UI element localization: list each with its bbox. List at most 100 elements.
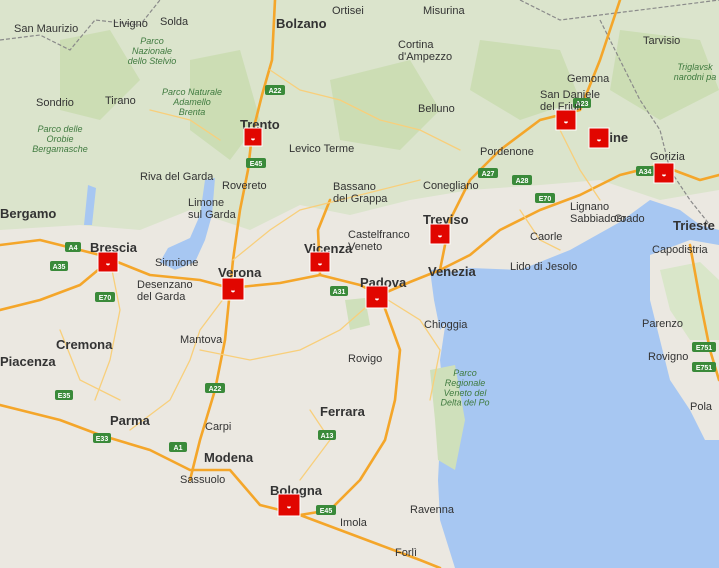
city-carpi: Carpi — [205, 421, 231, 433]
city-trieste: Trieste — [673, 218, 715, 233]
park-triglav: Triglavsk narodni pa — [674, 62, 717, 82]
road-shield-a31: A31 — [330, 286, 348, 296]
city-sirmione: Sirmione — [155, 257, 198, 269]
city-ortisei: Ortisei — [332, 5, 364, 17]
road-shield-a1: A1 — [169, 442, 187, 452]
marker-verona[interactable]: ◒ — [221, 277, 245, 301]
svg-text:A1: A1 — [174, 445, 183, 452]
marker-bologna[interactable]: ◒ — [277, 493, 301, 517]
marker-san-daniele[interactable]: ◒ — [555, 109, 577, 131]
city-gorizia: Gorizia — [650, 151, 686, 163]
svg-text:E45: E45 — [250, 161, 263, 168]
city-forli: Forlì — [395, 547, 417, 559]
svg-text:◒: ◒ — [563, 116, 568, 126]
marker-udine[interactable]: ◒ — [588, 127, 610, 149]
road-shield-e45-north: E45 — [246, 158, 266, 168]
road-shield-e33: E33 — [93, 433, 111, 443]
city-capodistria: Capodistria — [652, 244, 709, 256]
city-tirano: Tirano — [105, 95, 136, 107]
road-shield-a28: A28 — [512, 175, 532, 185]
svg-text:A4: A4 — [69, 245, 78, 252]
road-shield-a22-north: A22 — [265, 85, 285, 95]
svg-text:E751: E751 — [696, 345, 712, 352]
marker-treviso[interactable]: ◒ — [429, 223, 451, 245]
road-shield-a35: A35 — [50, 261, 68, 271]
city-parma: Parma — [110, 413, 151, 428]
svg-text:◒: ◒ — [230, 285, 235, 295]
city-bergamo: Bergamo — [0, 206, 56, 221]
road-shield-e35: E35 — [55, 390, 73, 400]
city-pordenone: Pordenone — [480, 146, 534, 158]
svg-text:A31: A31 — [333, 289, 346, 296]
city-livigno: Livigno — [113, 18, 148, 30]
svg-text:A22: A22 — [209, 386, 222, 393]
svg-text:◒: ◒ — [437, 230, 442, 240]
city-levico: Levico Terme — [289, 143, 354, 155]
city-rovigo: Rovigo — [348, 353, 382, 365]
marker-brescia[interactable]: ◒ — [97, 251, 119, 273]
svg-text:E70: E70 — [539, 196, 552, 203]
road-shield-e45-south: E45 — [316, 505, 336, 515]
svg-text:A34: A34 — [639, 169, 652, 176]
city-grado: Grado — [614, 213, 645, 225]
city-gemona: Gemona — [567, 73, 610, 85]
svg-text:A13: A13 — [321, 433, 334, 440]
marker-padova[interactable]: ◒ — [365, 285, 389, 309]
svg-text:E45: E45 — [320, 508, 333, 515]
road-shield-a34: A34 — [636, 166, 654, 176]
road-shield-e751-a: E751 — [692, 342, 716, 352]
city-rovigno: Rovigno — [648, 351, 688, 363]
city-cremona: Cremona — [56, 337, 113, 352]
svg-text:A27: A27 — [482, 171, 495, 178]
svg-text:A28: A28 — [516, 178, 529, 185]
marker-gorizia[interactable]: ◒ — [653, 162, 675, 184]
svg-text:A35: A35 — [53, 264, 66, 271]
city-conegliano: Conegliano — [423, 180, 479, 192]
svg-text:◒: ◒ — [374, 293, 379, 303]
city-modena: Modena — [204, 450, 254, 465]
city-misurina: Misurina — [423, 5, 465, 17]
city-sondrio: Sondrio — [36, 97, 74, 109]
svg-text:◒: ◒ — [317, 258, 322, 268]
city-sanmaurizio: San Maurizio — [14, 23, 78, 35]
svg-text:E33: E33 — [96, 436, 109, 443]
city-ravenna: Ravenna — [410, 504, 455, 516]
city-ferrara: Ferrara — [320, 404, 366, 419]
city-parenzo: Parenzo — [642, 318, 683, 330]
road-shield-a4: A4 — [65, 242, 81, 252]
svg-text:◒: ◒ — [105, 258, 110, 268]
svg-text:A22: A22 — [269, 88, 282, 95]
city-piacenza: Piacenza — [0, 354, 56, 369]
city-sassuolo: Sassuolo — [180, 474, 225, 486]
city-pola: Pola — [690, 401, 713, 413]
svg-text:◒: ◒ — [596, 134, 601, 144]
map-canvas[interactable]: A22 E45 A27 A28 E70 A4 A35 E70 A31 A13 A… — [0, 0, 719, 568]
svg-text:E751: E751 — [696, 365, 712, 372]
road-shield-e751-b: E751 — [692, 362, 716, 372]
city-rivadelgarda: Riva del Garda — [140, 171, 214, 183]
marker-trento[interactable]: ◒ — [243, 127, 263, 147]
city-belluno: Belluno — [418, 103, 455, 115]
city-lidojesolo: Lido di Jesolo — [510, 261, 577, 273]
road-shield-e70-west: E70 — [95, 292, 115, 302]
city-imola: Imola — [340, 517, 368, 529]
road-shield-a13: A13 — [318, 430, 336, 440]
svg-text:◒: ◒ — [250, 133, 255, 143]
svg-text:◒: ◒ — [286, 501, 291, 511]
svg-text:E70: E70 — [99, 295, 112, 302]
city-desenzano: Desenzano del Garda — [137, 279, 193, 303]
svg-text:E35: E35 — [58, 393, 71, 400]
city-chioggia: Chioggia — [424, 319, 468, 331]
road-shield-a22-south: A22 — [205, 383, 225, 393]
road-shield-a27: A27 — [478, 168, 498, 178]
city-mantova: Mantova — [180, 334, 223, 346]
city-tarvisio: Tarvisio — [643, 35, 680, 47]
city-bolzano: Bolzano — [276, 16, 327, 31]
city-solda: Solda — [160, 16, 189, 28]
road-shield-e70-east: E70 — [535, 193, 555, 203]
svg-text:◒: ◒ — [661, 169, 666, 179]
city-caorle: Caorle — [530, 231, 562, 243]
city-rovereto: Rovereto — [222, 180, 267, 192]
city-venezia: Venezia — [428, 264, 476, 279]
marker-vicenza[interactable]: ◒ — [309, 251, 331, 273]
